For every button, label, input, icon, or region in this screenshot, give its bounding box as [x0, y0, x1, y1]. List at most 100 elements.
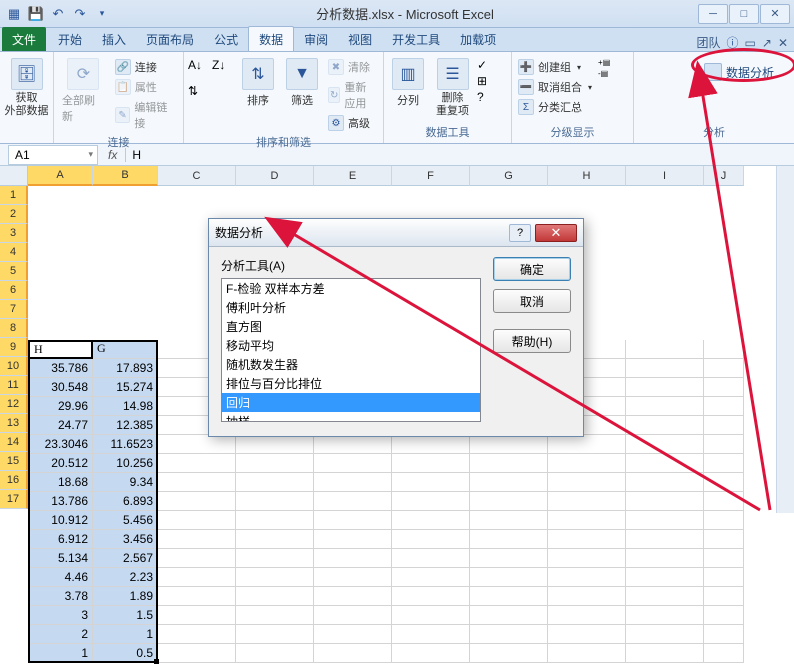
tab-插入[interactable]: 插入 [92, 27, 136, 51]
cell[interactable] [236, 492, 314, 511]
cell[interactable] [236, 473, 314, 492]
cell[interactable] [704, 511, 744, 530]
cell-data[interactable]: 2.567 [93, 549, 158, 568]
cell[interactable] [704, 473, 744, 492]
cell[interactable] [548, 549, 626, 568]
sort-desc-icon[interactable]: Z↓ [212, 58, 234, 80]
cell[interactable] [704, 606, 744, 625]
cell[interactable] [392, 606, 470, 625]
cell[interactable] [704, 378, 744, 397]
col-header-D[interactable]: D [236, 166, 314, 186]
cell[interactable] [548, 625, 626, 644]
cell[interactable] [626, 454, 704, 473]
col-header-J[interactable]: J [704, 166, 744, 186]
row-header-6[interactable]: 6 [0, 281, 28, 300]
col-header-H[interactable]: H [548, 166, 626, 186]
cell[interactable] [704, 587, 744, 606]
sort-button[interactable]: ⇅ 排序 [238, 56, 278, 110]
row-header-11[interactable]: 11 [0, 376, 28, 395]
cell[interactable] [314, 549, 392, 568]
select-all-corner[interactable] [0, 166, 28, 186]
cell[interactable] [392, 625, 470, 644]
row-header-3[interactable]: 3 [0, 224, 28, 243]
cell[interactable] [470, 606, 548, 625]
ribbon-help-icon[interactable]: ⓘ [727, 34, 739, 51]
cell-data[interactable]: 17.893 [93, 359, 158, 378]
cell[interactable] [626, 473, 704, 492]
cell[interactable] [704, 625, 744, 644]
ribbon-minimize-icon[interactable]: ▭ [745, 36, 756, 50]
cell[interactable] [236, 587, 314, 606]
cell[interactable] [158, 587, 236, 606]
cell[interactable] [470, 454, 548, 473]
cell-header[interactable]: H [28, 340, 93, 359]
analysis-tool-item[interactable]: 排位与百分比排位 [222, 374, 480, 393]
cell[interactable] [158, 473, 236, 492]
tab-开发工具[interactable]: 开发工具 [382, 27, 450, 51]
cell[interactable] [704, 416, 744, 435]
cell-data[interactable]: 15.274 [93, 378, 158, 397]
cell[interactable] [314, 435, 392, 454]
cell[interactable] [626, 549, 704, 568]
cell[interactable] [704, 568, 744, 587]
cell-data[interactable]: 35.786 [28, 359, 93, 378]
cell[interactable] [236, 511, 314, 530]
analysis-tool-item[interactable]: 抽样 [222, 412, 480, 422]
cell[interactable] [626, 606, 704, 625]
cell-data[interactable]: 6.893 [93, 492, 158, 511]
row-header-5[interactable]: 5 [0, 262, 28, 281]
minimize-button[interactable]: ─ [698, 4, 728, 24]
tab-公式[interactable]: 公式 [204, 27, 248, 51]
cell[interactable] [314, 606, 392, 625]
cell[interactable] [392, 549, 470, 568]
cell[interactable] [704, 492, 744, 511]
analysis-tool-item[interactable]: 直方图 [222, 317, 480, 336]
row-header-16[interactable]: 16 [0, 471, 28, 490]
col-header-F[interactable]: F [392, 166, 470, 186]
cell[interactable] [314, 530, 392, 549]
vertical-scrollbar[interactable] [776, 166, 794, 513]
cell[interactable] [470, 473, 548, 492]
cell[interactable] [470, 568, 548, 587]
cell[interactable] [626, 435, 704, 454]
row-header-17[interactable]: 17 [0, 490, 28, 509]
tab-开始[interactable]: 开始 [48, 27, 92, 51]
cell[interactable] [548, 587, 626, 606]
cell[interactable] [314, 511, 392, 530]
cell[interactable] [548, 435, 626, 454]
cell[interactable] [470, 549, 548, 568]
cell-data[interactable]: 1 [93, 625, 158, 644]
cell[interactable] [548, 473, 626, 492]
cell[interactable] [236, 606, 314, 625]
cell[interactable] [626, 492, 704, 511]
close-window-button[interactable]: ✕ [760, 4, 790, 24]
cell-data[interactable]: 5.456 [93, 511, 158, 530]
tab-team[interactable]: 团队 [697, 34, 721, 51]
cell[interactable] [314, 587, 392, 606]
cell[interactable] [626, 340, 704, 359]
cell[interactable] [704, 549, 744, 568]
row-header-10[interactable]: 10 [0, 357, 28, 376]
whatif-icon[interactable]: ? [477, 90, 487, 104]
name-box[interactable]: A1 [8, 145, 98, 165]
cell-data[interactable]: 0.5 [93, 644, 158, 663]
data-validation-icon[interactable]: ✓ [477, 58, 487, 72]
cell[interactable] [626, 644, 704, 663]
advanced-filter-button[interactable]: ⚙高级 [326, 114, 379, 132]
cell-data[interactable]: 1.5 [93, 606, 158, 625]
data-analysis-button[interactable]: 数据分析 [696, 60, 782, 84]
cell-data[interactable]: 9.34 [93, 473, 158, 492]
cell[interactable] [314, 625, 392, 644]
cell[interactable] [236, 435, 314, 454]
qat-dropdown-icon[interactable]: ▾ [92, 4, 112, 24]
cell[interactable] [314, 568, 392, 587]
cell[interactable] [158, 511, 236, 530]
cell[interactable] [236, 530, 314, 549]
cell[interactable] [470, 492, 548, 511]
dialog-help-titlebar-button[interactable]: ? [509, 224, 531, 242]
cell-data[interactable]: 3 [28, 606, 93, 625]
tab-file[interactable]: 文件 [2, 27, 46, 51]
cell-data[interactable]: 2 [28, 625, 93, 644]
tab-页面布局[interactable]: 页面布局 [136, 27, 204, 51]
cell[interactable] [470, 587, 548, 606]
